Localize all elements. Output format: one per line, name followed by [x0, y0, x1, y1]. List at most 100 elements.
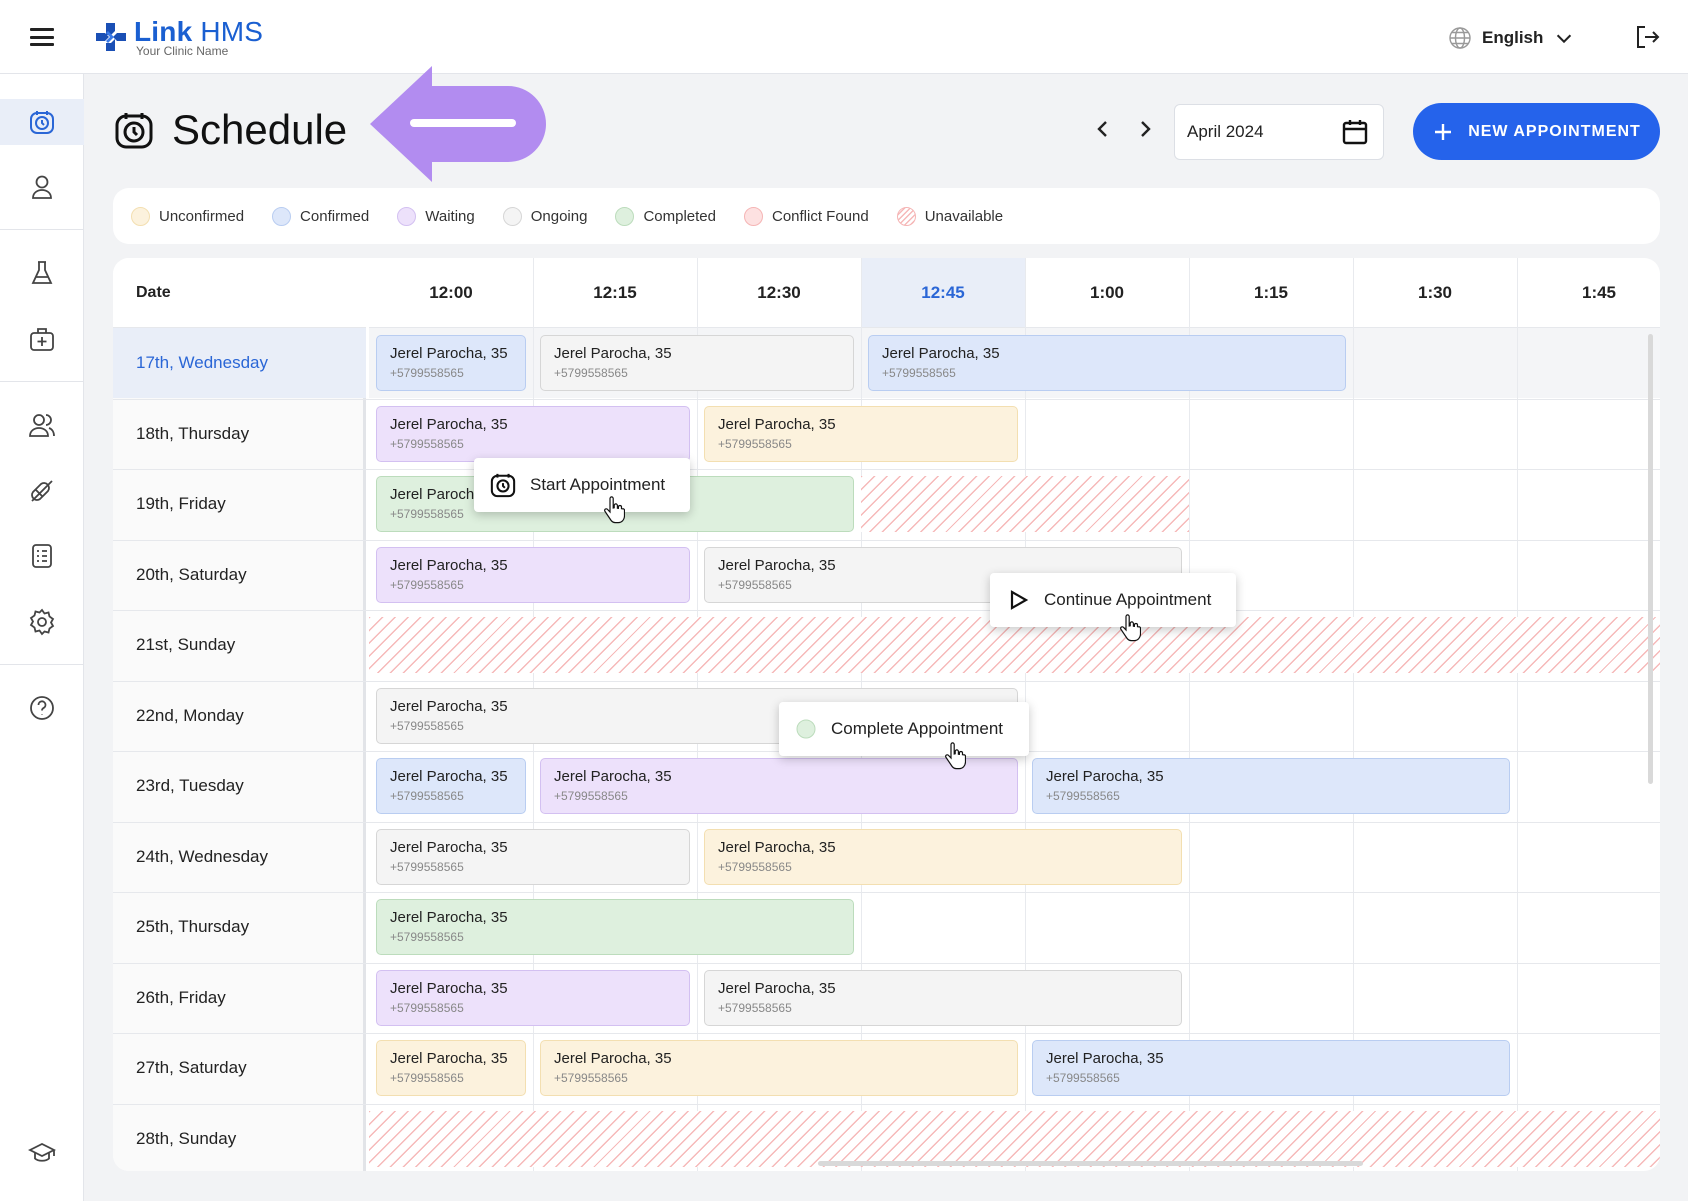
user-icon: [32, 175, 52, 199]
patient-name: Jerel Parocha, 35: [390, 768, 508, 785]
app-name: Link: [134, 16, 193, 47]
date-row-label: 20th, Saturday: [136, 564, 247, 584]
language-selector[interactable]: English: [1448, 25, 1575, 51]
patient-phone: +5799558565: [554, 1071, 628, 1085]
status-legend: Unconfirmed Confirmed Waiting Ongoing Comple…: [113, 188, 1660, 244]
legend-item: Unavailable: [896, 206, 1003, 226]
settings-icon: [29, 608, 55, 636]
play-icon: [1010, 590, 1029, 610]
appointment-card[interactable]: Jerel Parocha, 35 +5799558565: [868, 335, 1346, 391]
month-picker[interactable]: April 2024: [1174, 104, 1384, 160]
legend-label: Waiting: [425, 207, 475, 225]
time-column-header: 1:45: [1517, 258, 1660, 328]
appointment-card[interactable]: Jerel Parocha, 35 +5799558565: [704, 405, 1018, 462]
hand-cursor-icon: [1119, 614, 1142, 642]
sidebar-item-medications[interactable]: [0, 468, 84, 514]
sidebar: [0, 74, 84, 1201]
appointment-card[interactable]: Jerel Parocha, 35 +5799558565: [376, 1040, 526, 1096]
patient-phone: +5799558565: [1046, 789, 1120, 803]
sidebar-item-training[interactable]: [0, 1130, 84, 1176]
legend-label: Conflict Found: [771, 207, 869, 225]
users-icon: [29, 414, 55, 437]
appointment-card[interactable]: Jerel Parocha, 35 +5799558565: [540, 335, 854, 391]
vertical-scrollbar[interactable]: [1648, 334, 1653, 784]
sidebar-item-lab[interactable]: [0, 250, 84, 296]
patient-phone: +5799558565: [390, 789, 464, 803]
patient-phone: +5799558565: [718, 436, 792, 451]
patient-name: Jerel Parocha, 35: [554, 768, 672, 785]
patient-phone: +5799558565: [554, 366, 628, 380]
logout-icon[interactable]: [1634, 24, 1660, 50]
legend-swatch: [896, 206, 916, 226]
sidebar-item-staff[interactable]: [0, 402, 84, 448]
patient-phone: +5799558565: [390, 1071, 464, 1085]
patient-name: Jerel Parocha, 35: [390, 1050, 508, 1067]
date-row-label: 26th, Friday: [136, 987, 226, 1007]
menu-icon[interactable]: [30, 28, 54, 46]
grid-divider: [1189, 258, 1190, 1171]
patient-name: Jerel Parocha, 35: [390, 909, 508, 926]
date-row-label: 25th, Thursday: [136, 917, 250, 936]
start-appointment-option[interactable]: Start Appointment: [474, 458, 690, 512]
new-appointment-button[interactable]: NEW APPOINTMENT: [1413, 103, 1660, 160]
app-name-suffix: HMS: [192, 16, 264, 47]
chevron-right-icon[interactable]: [1133, 117, 1157, 141]
patient-phone: +5799558565: [390, 859, 464, 874]
time-column-header: 12:30: [697, 258, 861, 328]
complete-appointment-option[interactable]: Complete Appointment: [779, 702, 1029, 756]
sidebar-item-settings[interactable]: [0, 599, 84, 645]
patient-name: Jerel Parocha, 35: [882, 345, 1000, 362]
start-appointment-option-label: Start Appointment: [530, 475, 666, 494]
sidebar-item-schedule[interactable]: [0, 99, 84, 145]
legend-swatch: [502, 206, 522, 226]
patient-phone: +5799558565: [390, 366, 464, 380]
appointment-card[interactable]: Jerel Parocha, 35 +5799558565: [376, 969, 690, 1026]
time-column-header: 1:30: [1353, 258, 1517, 328]
appointment-card[interactable]: Jerel Parocha, 35 +5799558565: [704, 969, 1182, 1026]
appointment-card[interactable]: Jerel Parocha, 35 +5799558565: [1032, 1040, 1510, 1096]
appointment-card[interactable]: Jerel Parocha, 35 +5799558565: [1032, 758, 1510, 814]
appointment-card[interactable]: Jerel Parocha, 35 +5799558565: [376, 546, 690, 603]
patient-phone: +5799558565: [718, 1000, 792, 1015]
patient-phone: +5799558565: [390, 577, 464, 592]
calendar-icon[interactable]: [1341, 118, 1369, 146]
patient-name: Jerel Parocha, 35: [718, 979, 836, 997]
patient-name: Jerel Parocha, 35: [554, 1050, 672, 1067]
patient-name: Jerel Parocha, 35: [390, 838, 508, 856]
logo-cross-icon: [96, 23, 126, 51]
date-row-label: 18th, Thursday: [136, 423, 250, 443]
appointment-card[interactable]: Jerel Parocha, 35 +5799558565: [376, 335, 526, 391]
continue-appointment-option[interactable]: Continue Appointment: [990, 573, 1236, 627]
sidebar-item-patient[interactable]: [0, 164, 84, 210]
grid-divider: [1353, 258, 1354, 1171]
sidebar-item-help[interactable]: [0, 685, 84, 731]
appointment-card[interactable]: Jerel Parocha, 35 +5799558565: [376, 899, 854, 955]
appointment-card[interactable]: Jerel Parocha, 35 +5799558565: [540, 1040, 1018, 1096]
medical-kit-icon: [30, 328, 54, 351]
page-title: Schedule: [114, 106, 347, 154]
legend-swatch: [397, 206, 417, 226]
globe-icon: [1449, 27, 1471, 49]
continue-appointment-option-label: Continue Appointment: [1044, 590, 1212, 609]
patient-phone: +5799558565: [718, 859, 792, 874]
legend-item: Unconfirmed: [131, 206, 244, 226]
sidebar-item-pharmacy[interactable]: [0, 316, 84, 362]
patient-name: Jerel Parocha, 35: [718, 838, 836, 856]
patient-phone: +5799558565: [1046, 1071, 1120, 1085]
appointment-card[interactable]: Jerel Parocha, 35 +5799558565: [704, 828, 1182, 885]
sidebar-item-reports[interactable]: [0, 533, 84, 579]
unavailable-block: [861, 476, 1189, 532]
complete-appointment-option-label: Complete Appointment: [831, 719, 1003, 738]
time-column-header: 12:15: [533, 258, 697, 328]
appointment-card[interactable]: Jerel Parocha, 35 +5799558565: [376, 828, 690, 885]
date-row-label: 19th, Friday: [136, 494, 226, 513]
legend-item: Confirmed: [272, 206, 369, 226]
hand-cursor-icon: [603, 496, 626, 524]
legend-swatch: [743, 206, 763, 226]
chevron-left-icon[interactable]: [1091, 117, 1115, 141]
patient-phone: +5799558565: [882, 366, 956, 380]
horizontal-scrollbar[interactable]: [818, 1161, 1363, 1166]
date-row-label: 23rd, Tuesday: [136, 776, 244, 795]
appointment-card[interactable]: Jerel Parocha, 35 +5799558565: [376, 405, 690, 462]
appointment-card[interactable]: Jerel Parocha, 35 +5799558565: [376, 758, 526, 814]
